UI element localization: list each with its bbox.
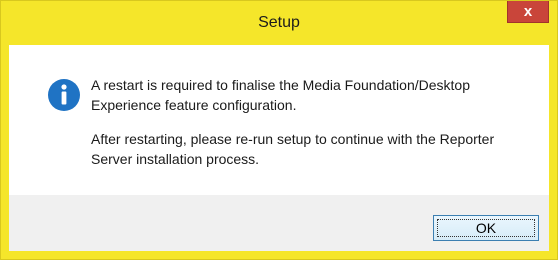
- dialog-title: Setup: [258, 14, 300, 31]
- button-bar: OK: [9, 195, 549, 251]
- ok-button-label: OK: [475, 220, 497, 236]
- close-icon: x: [523, 3, 533, 20]
- title-bar[interactable]: Setup x: [1, 1, 557, 45]
- message-line-2: After restarting, please re-run setup to…: [91, 131, 495, 167]
- message-line-1: A restart is required to finalise the Me…: [91, 77, 470, 113]
- close-button[interactable]: x: [507, 1, 549, 23]
- info-icon: [48, 79, 80, 111]
- message-text: A restart is required to finalise the Me…: [91, 75, 539, 183]
- setup-dialog: Setup x A restart is required to finalis…: [0, 0, 558, 260]
- message-area: A restart is required to finalise the Me…: [9, 45, 549, 195]
- ok-button[interactable]: OK: [433, 215, 539, 241]
